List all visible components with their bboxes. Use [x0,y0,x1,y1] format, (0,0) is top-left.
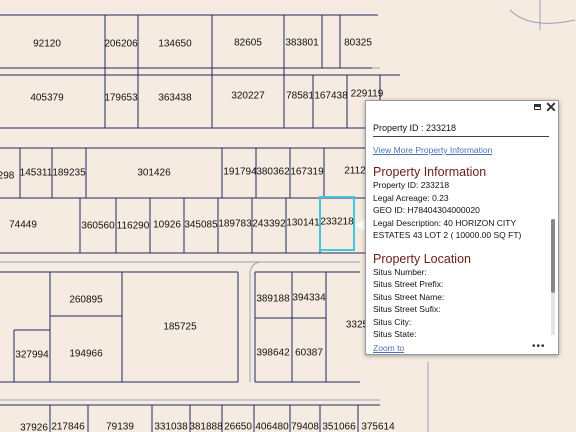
situs-state: Situs State: [373,329,417,339]
info-legal-description: Legal Description: 40 HORIZON CITY ESTAT… [373,217,522,241]
property-popup: ✕ Property ID : 233218 View More Propert… [365,100,559,355]
parcel-label[interactable]: 389188 [256,294,290,305]
parcel-label[interactable]: 194966 [69,349,103,360]
info-heading: Property Information [373,165,487,179]
parcel-label[interactable]: 82605 [234,38,262,49]
close-button[interactable]: ✕ [545,99,557,115]
parcel-label[interactable]: 383801 [285,38,319,49]
parcel-label[interactable]: 260895 [69,295,103,306]
parcel-label[interactable]: 217846 [51,422,85,432]
parcel-label[interactable]: 327994 [15,350,49,361]
maximize-icon [534,104,541,110]
parcel-label[interactable]: 243392 [252,219,286,230]
parcel-label[interactable]: 116290 [117,221,150,232]
parcel-label[interactable]: 363438 [158,93,192,104]
popup-title: Property ID : 233218 [373,123,549,137]
parcel-label[interactable]: 185725 [163,322,197,333]
situs-street-sufix: Situs Street Sufix: [373,304,441,314]
popup-pointer [356,219,365,231]
parcel-label[interactable]: 381888 [189,422,223,432]
parcel-label[interactable]: 80325 [344,38,372,49]
parcel-label[interactable]: 394334 [292,293,326,304]
parcel-label[interactable]: 78581 [286,91,314,102]
popup-header: ✕ [366,99,558,115]
close-icon: ✕ [545,99,557,115]
parcel-label[interactable]: 380362 [256,167,290,178]
parcel-label[interactable]: 179653 [104,93,138,104]
location-heading: Property Location [373,251,471,266]
info-legal-acreage: Legal Acreage: 0.23 [373,192,449,203]
situs-number: Situs Number: [373,266,427,277]
parcel-label[interactable]: 229119 [351,89,384,100]
parcel-label[interactable]: 345085 [184,220,218,231]
parcel-label[interactable]: 398642 [256,348,290,359]
parcel-label[interactable]: 233218 [320,217,354,228]
parcel-label[interactable]: 60387 [295,348,323,359]
popup-scrollbar-thumb[interactable] [551,219,555,293]
maximize-button[interactable] [532,102,544,114]
parcel-label[interactable]: 301426 [137,168,171,179]
info-geo-id: GEO ID: H78404304000020 [373,205,480,215]
view-more-link[interactable]: View More Property Information [373,145,554,155]
parcel-label[interactable]: 191794 [223,167,257,178]
parcel-label[interactable]: 37926 [20,423,48,432]
situs-street-name: Situs Street Name: [373,291,445,302]
parcel-label[interactable]: 145311 [20,168,53,179]
parcel-label[interactable]: 331038 [154,422,188,432]
parcel-label[interactable]: 74449 [9,220,37,231]
zoom-to-link[interactable]: Zoom to [373,343,404,353]
parcel-label[interactable]: 79139 [106,422,134,432]
info-property-id: Property ID: 233218 [373,180,450,190]
parcel-label[interactable]: 320227 [231,91,265,102]
parcel-label[interactable]: 92120 [33,39,61,50]
more-actions-icon[interactable]: ••• [532,341,546,352]
situs-city: Situs City: [373,316,412,327]
parcel-label[interactable]: 167319 [290,167,324,178]
parcel-label[interactable]: 375614 [361,422,395,432]
popup-body[interactable]: Property ID : 233218 View More Property … [366,119,554,339]
parcel-label[interactable]: 189235 [52,168,86,179]
parcel-label[interactable]: 134650 [158,39,192,50]
parcel-label[interactable]: 298 [0,171,15,182]
parcel-label[interactable]: 79408 [291,422,319,432]
parcel-label[interactable]: 26650 [224,422,252,432]
parcel-label[interactable]: 189783 [218,219,252,230]
parcel-label[interactable]: 2112 [344,166,366,177]
parcel-label[interactable]: 406480 [255,422,289,432]
parcel-label[interactable]: 206206 [104,39,138,50]
parcel-label[interactable]: 130141 [286,218,320,229]
parcel-labels: 92120 206206 134650 82605 383801 80325 4… [0,38,395,432]
parcel-label[interactable]: 351066 [322,422,356,432]
parcel-label[interactable]: 10926 [153,220,181,231]
situs-street-prefix: Situs Street Prefix: [373,279,444,289]
parcel-label[interactable]: 405379 [30,93,64,104]
parcel-label[interactable]: 167438 [314,91,348,102]
parcel-label[interactable]: 360560 [81,221,115,232]
